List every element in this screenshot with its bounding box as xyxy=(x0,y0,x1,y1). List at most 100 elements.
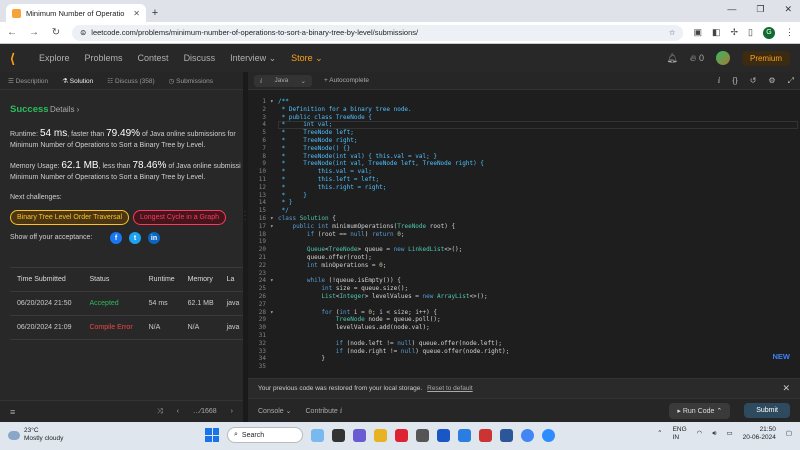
weather-widget[interactable]: 23°C Mostly cloudy xyxy=(8,427,63,443)
code-line[interactable]: 13 * } xyxy=(248,192,788,200)
zoom-icon[interactable] xyxy=(542,428,555,442)
table-row[interactable]: 06/20/2024 21:50 Accepted 54 ms 62.1 MB … xyxy=(10,291,243,316)
details-link[interactable]: Details › xyxy=(50,105,79,114)
code-line[interactable]: 18 if (root == null) return 0; xyxy=(248,231,788,239)
code-line[interactable]: 30 levelValues.add(node.val); xyxy=(248,324,788,332)
code-line[interactable]: 7 * TreeNode() {} xyxy=(248,145,788,153)
wifi-icon[interactable]: ◠ xyxy=(697,430,703,438)
cell-status-accepted[interactable]: Accepted xyxy=(82,291,142,316)
word-icon[interactable] xyxy=(500,428,513,442)
challenge-medium-chip[interactable]: Binary Tree Level Order Traversal xyxy=(10,210,130,225)
code-line[interactable]: 5 * TreeNode left; xyxy=(248,129,788,137)
cell-status-compile-error[interactable]: Compile Error xyxy=(82,315,142,340)
sidebar-icon[interactable]: ▯ xyxy=(748,27,753,38)
code-line[interactable]: 21 queue.offer(root); xyxy=(248,254,788,262)
braces-icon[interactable]: {} xyxy=(732,76,737,86)
code-line[interactable]: 16 ▾ class Solution { xyxy=(248,215,788,223)
facebook-icon[interactable]: f xyxy=(110,232,122,244)
code-line[interactable]: 14 * } xyxy=(248,199,788,207)
challenge-hard-chip[interactable]: Longest Cycle in a Graph xyxy=(133,210,226,225)
code-line[interactable]: 17 ▾ public int minimumOperations(TreeNod… xyxy=(248,223,788,231)
battery-icon[interactable]: ▭ xyxy=(726,430,732,438)
close-notification-icon[interactable]: ✕ xyxy=(782,383,790,394)
new-tab-button[interactable]: + xyxy=(146,4,164,22)
tab-submissions[interactable]: ◷ Submissions xyxy=(169,77,213,85)
mcafee-icon[interactable] xyxy=(395,428,408,442)
code-line[interactable]: 27 xyxy=(248,301,788,309)
tab-solution[interactable]: ⚗ Solution xyxy=(62,77,93,85)
code-line[interactable]: 19 xyxy=(248,238,788,246)
problem-list-icon[interactable]: ≡ xyxy=(10,407,15,417)
nav-store[interactable]: Store ⌄ xyxy=(291,53,323,64)
code-line[interactable]: 34 } xyxy=(248,355,788,363)
code-line[interactable]: 25 int size = queue.size(); xyxy=(248,285,788,293)
fold-chevron-icon[interactable]: ▾ xyxy=(270,223,278,231)
linkedin-icon[interactable]: in xyxy=(148,232,160,244)
task-view-icon[interactable] xyxy=(332,428,345,442)
language-indicator[interactable]: ENG IN xyxy=(673,426,687,442)
windows-start-icon[interactable] xyxy=(205,428,219,442)
fold-chevron-icon[interactable]: ▾ xyxy=(270,277,278,285)
code-line[interactable]: 4 * int val; xyxy=(248,121,788,129)
user-avatar[interactable] xyxy=(715,51,730,65)
autocomplete-toggle[interactable]: + Autocomplete xyxy=(324,77,369,84)
notification-icon[interactable]: ▢ xyxy=(786,430,792,438)
streak-counter[interactable]: 🔥︎ 0 xyxy=(690,53,704,64)
code-line[interactable]: 31 xyxy=(248,332,788,340)
tab-discuss[interactable]: ☷ Discuss (358) xyxy=(107,77,154,85)
drag-handle-icon[interactable]: · · · xyxy=(244,209,246,223)
chat-icon[interactable] xyxy=(353,428,366,442)
browser-tab[interactable]: Minimum Number of Operatio ✕ xyxy=(6,4,146,22)
taskbar-search[interactable]: ⌕ Search xyxy=(227,427,303,443)
info-icon[interactable]: ⅈ xyxy=(718,76,721,86)
tray-chevron-icon[interactable]: ⌃ xyxy=(657,430,662,438)
bookmark-star-icon[interactable]: ☆ xyxy=(669,28,676,37)
code-line[interactable]: 15 */ xyxy=(248,207,788,215)
reset-default-link[interactable]: Reset to default xyxy=(427,385,473,392)
clock[interactable]: 21:50 20-06-2024 xyxy=(743,426,776,442)
nav-problems[interactable]: Problems xyxy=(85,53,123,63)
menu-dots-icon[interactable]: ⋮ xyxy=(785,27,794,38)
run-code-button[interactable]: ▸ Run Code ⌃ xyxy=(669,402,731,419)
code-line[interactable]: 6 * TreeNode right; xyxy=(248,137,788,145)
reset-code-icon[interactable]: ↺ xyxy=(750,76,757,86)
minimize-icon[interactable]: — xyxy=(727,4,736,15)
code-line[interactable]: 11 * this.left = left; xyxy=(248,176,788,184)
next-problem-icon[interactable]: › xyxy=(231,408,233,415)
fold-chevron-icon[interactable]: ▾ xyxy=(270,309,278,317)
extensions-puzzle-icon[interactable]: ✢ xyxy=(731,27,739,38)
contribute-button[interactable]: Contribute ⅈ xyxy=(306,407,343,415)
close-window-icon[interactable]: ✕ xyxy=(784,4,792,15)
close-tab-icon[interactable]: ✕ xyxy=(133,9,140,18)
table-row[interactable]: 06/20/2024 21:09 Compile Error N/A N/A j… xyxy=(10,315,243,340)
code-line[interactable]: 12 * this.right = right; xyxy=(248,184,788,192)
code-line[interactable]: 23 xyxy=(248,270,788,278)
code-line[interactable]: 28 ▾ for (int i = 0; i < size; i++) { xyxy=(248,309,788,317)
code-line[interactable]: 3 * public class TreeNode { xyxy=(248,114,788,122)
code-line[interactable]: 22 int minOperations = 0; xyxy=(248,262,788,270)
code-line[interactable]: 26 List<Integer> levelValues = new Array… xyxy=(248,293,788,301)
twitter-icon[interactable]: t xyxy=(129,232,141,244)
submit-button[interactable]: Submit xyxy=(744,403,790,418)
nav-explore[interactable]: Explore xyxy=(39,53,70,63)
tab-description[interactable]: ☰ Description xyxy=(8,77,48,85)
widgets-icon[interactable] xyxy=(311,428,324,442)
prev-problem-icon[interactable]: ‹ xyxy=(177,408,179,415)
extension-icon[interactable]: ▣ xyxy=(693,27,702,38)
code-line[interactable]: 29 TreeNode node = queue.poll(); xyxy=(248,316,788,324)
code-line[interactable]: 35 xyxy=(248,363,788,371)
lenovo-icon[interactable] xyxy=(437,428,450,442)
settings-gear-icon[interactable]: ⚙ xyxy=(768,76,775,86)
forward-icon[interactable]: → xyxy=(28,27,40,38)
code-line[interactable]: 1 ▾/** xyxy=(248,98,788,106)
code-line[interactable]: 9 * TreeNode(int val, TreeNode left, Tre… xyxy=(248,160,788,168)
notification-bell-icon[interactable]: 🔔︎ xyxy=(666,53,677,64)
site-info-icon[interactable]: ⊜ xyxy=(80,28,86,37)
maximize-icon[interactable]: ❐ xyxy=(756,4,764,15)
fullscreen-icon[interactable]: ⤢ xyxy=(788,76,794,86)
back-icon[interactable]: ← xyxy=(6,27,18,38)
code-editor[interactable]: NEW 1 ▾/** 2 * Definition for a binary tre… xyxy=(248,90,800,378)
code-line[interactable]: 24 ▾ while (!queue.isEmpty()) { xyxy=(248,277,788,285)
premium-button[interactable]: Premium xyxy=(741,50,790,66)
code-line[interactable]: 33 if (node.right != null) queue.offer(n… xyxy=(248,348,788,356)
